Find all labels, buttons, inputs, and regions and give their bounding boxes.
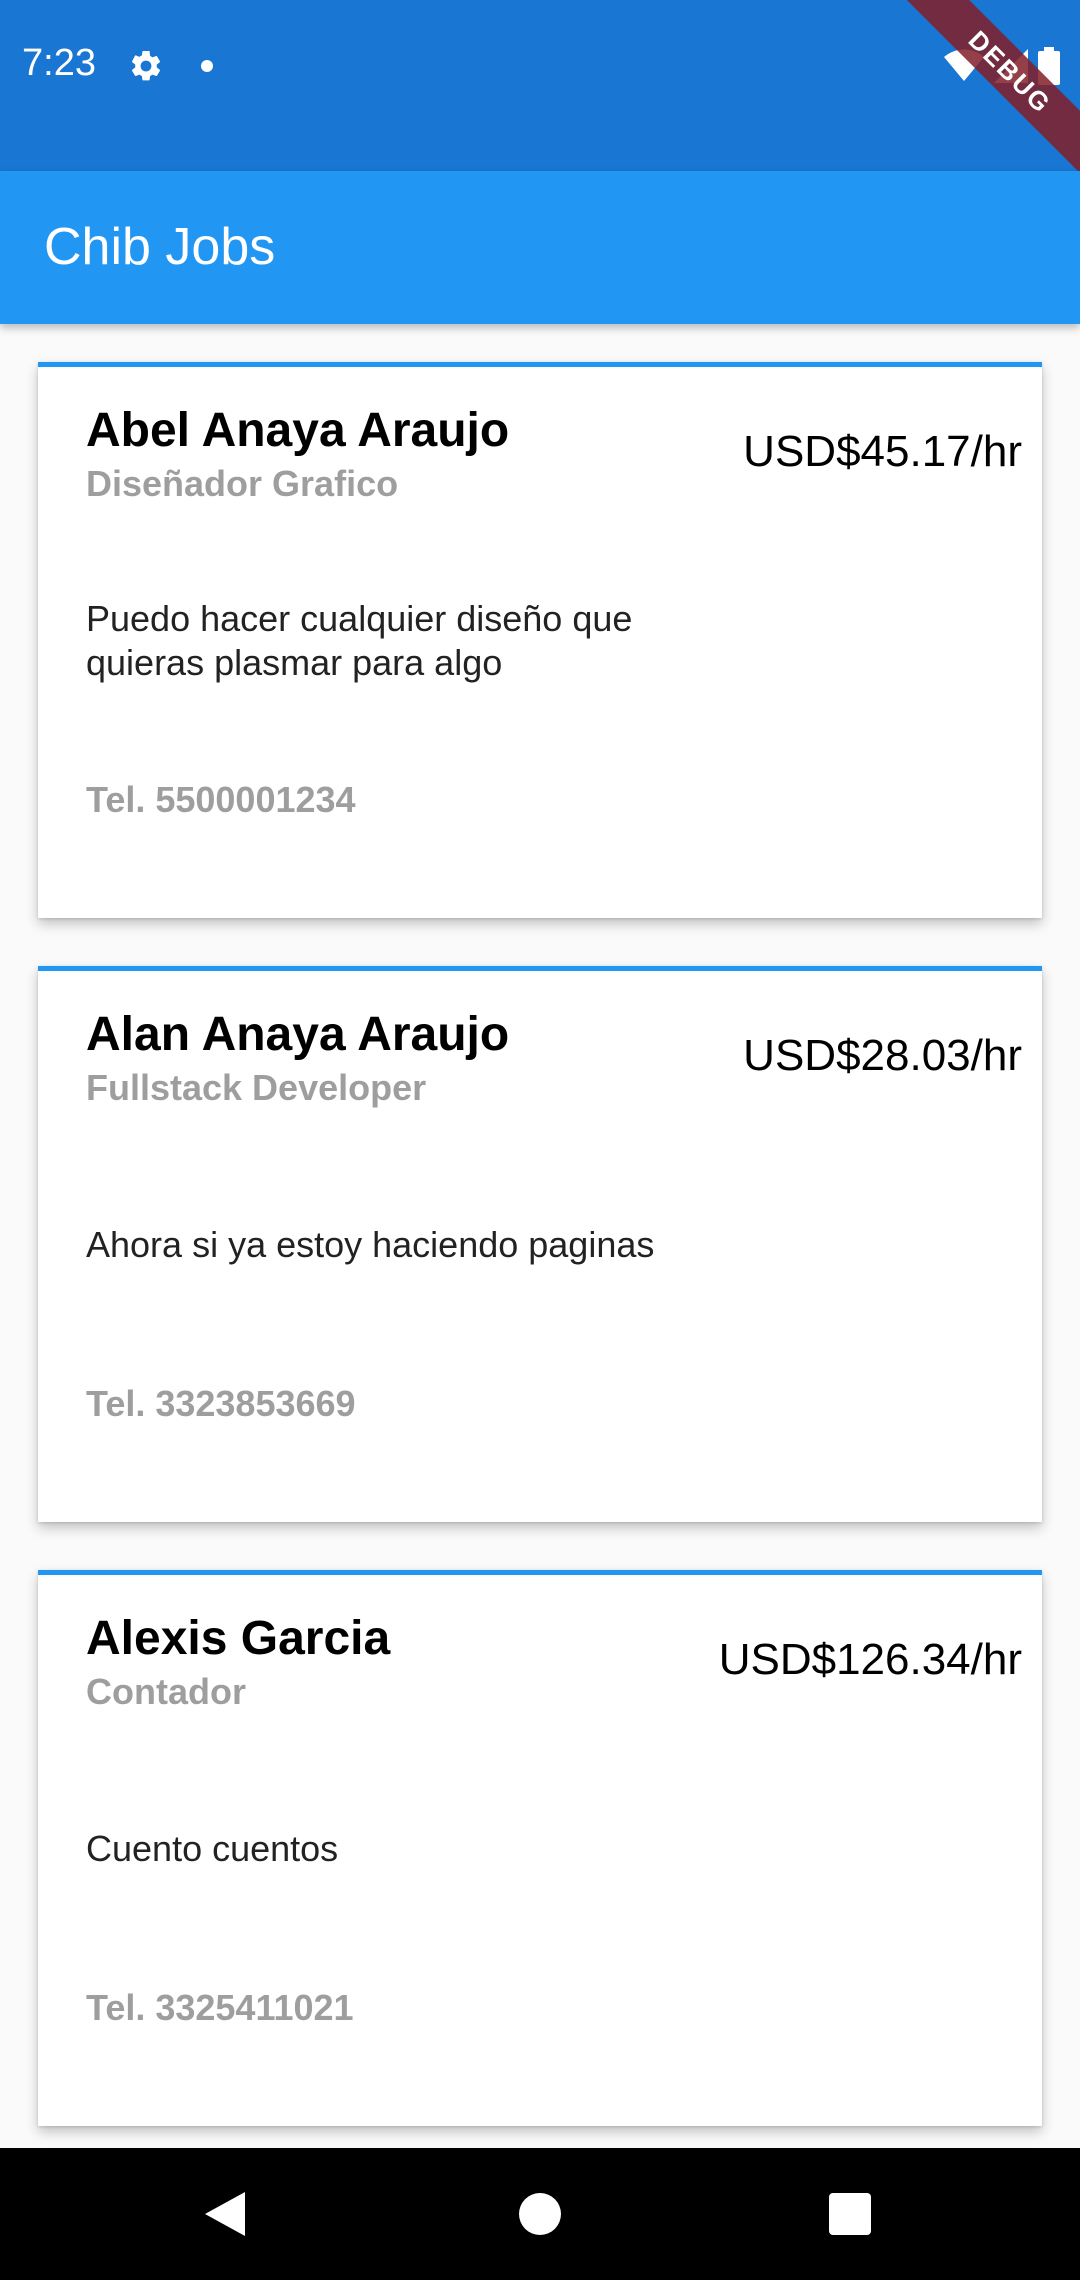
card-phone: Tel. 5500001234 xyxy=(86,779,356,820)
home-button[interactable] xyxy=(512,2186,568,2242)
job-card[interactable]: Alan Anaya Araujo Fullstack Developer US… xyxy=(38,966,1042,1522)
app-title: Chib Jobs xyxy=(44,218,276,276)
recents-button[interactable] xyxy=(822,2186,878,2242)
back-icon xyxy=(205,2192,245,2236)
back-button[interactable] xyxy=(197,2186,253,2242)
card-rate: USD$28.03/hr xyxy=(743,1031,1022,1080)
system-nav-bar xyxy=(0,2148,1080,2280)
recents-icon xyxy=(829,2193,871,2235)
job-card[interactable]: Abel Anaya Araujo Diseñador Grafico USD$… xyxy=(38,362,1042,918)
home-icon xyxy=(519,2193,561,2235)
job-list[interactable]: Abel Anaya Araujo Diseñador Grafico USD$… xyxy=(38,362,1042,2174)
card-description: Ahora si ya estoy haciendo paginas xyxy=(86,1224,655,1265)
card-description: Cuento cuentos xyxy=(86,1828,339,1869)
card-role: Contador xyxy=(86,1671,246,1712)
card-rate: USD$45.17/hr xyxy=(743,427,1022,476)
card-name: Abel Anaya Araujo xyxy=(86,404,510,457)
app-bar: Chib Jobs xyxy=(0,171,1080,324)
debug-banner: DEBUG xyxy=(895,0,1080,187)
status-bar: 7:23 DEBUG xyxy=(0,0,1080,187)
card-phone: Tel. 3325411021 xyxy=(86,1987,354,2028)
status-time: 7:23 xyxy=(22,42,96,84)
card-description: Puedo hacer cualquier diseño que quieras… xyxy=(86,598,633,683)
card-role: Fullstack Developer xyxy=(86,1067,427,1108)
settings-gear-icon xyxy=(131,50,161,81)
card-name: Alexis Garcia xyxy=(86,1612,391,1665)
card-name: Alan Anaya Araujo xyxy=(86,1008,510,1061)
card-phone: Tel. 3323853669 xyxy=(86,1383,356,1424)
job-card[interactable]: Alexis Garcia Contador USD$126.34/hr Cue… xyxy=(38,1570,1042,2126)
card-rate: USD$126.34/hr xyxy=(718,1635,1022,1684)
notification-dot-icon xyxy=(201,60,213,72)
card-role: Diseñador Grafico xyxy=(86,463,399,504)
